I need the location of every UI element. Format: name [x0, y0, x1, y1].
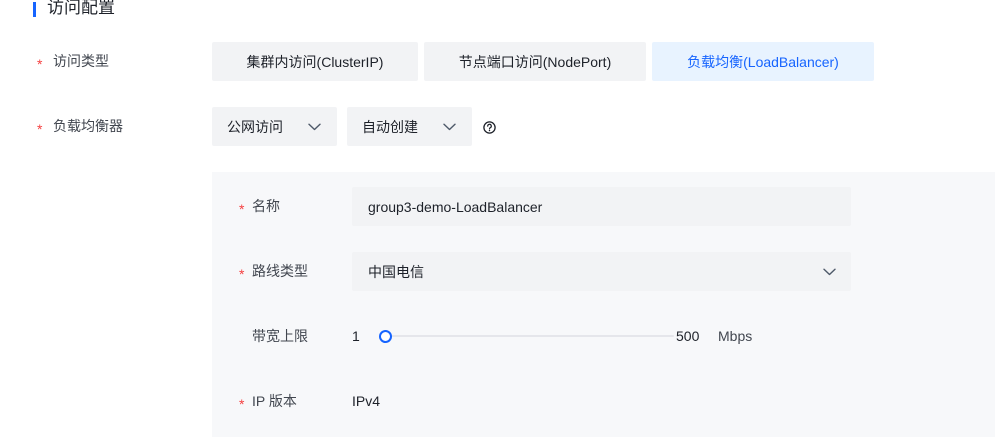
line-type-required-mark: *: [239, 266, 245, 282]
chevron-down-icon: [308, 123, 321, 131]
ip-version-value: IPv4: [352, 393, 381, 409]
ip-version-required-mark: *: [239, 396, 245, 412]
load-balancer-label: 负载均衡器: [53, 118, 123, 134]
chevron-down-icon: [443, 123, 456, 131]
bandwidth-min-label: 1: [352, 328, 360, 344]
bandwidth-slider-handle[interactable]: [378, 329, 392, 343]
bandwidth-unit: Mbps: [718, 328, 753, 344]
name-label: 名称: [252, 198, 280, 214]
access-type-label: 访问类型: [53, 53, 109, 69]
load-balancer-required-mark: *: [37, 121, 43, 137]
access-type-nodeport-button[interactable]: 节点端口访问(NodePort): [424, 42, 646, 81]
name-input[interactable]: [352, 187, 851, 226]
name-required-mark: *: [239, 201, 245, 217]
line-type-select-value: 中国电信: [368, 263, 424, 280]
network-type-select[interactable]: 公网访问: [212, 107, 337, 146]
access-type-required-mark: *: [37, 56, 43, 72]
access-type-loadbalancer-button[interactable]: 负载均衡(LoadBalancer): [652, 42, 874, 81]
section-accent-bar: [33, 2, 36, 17]
access-type-clusterip-button[interactable]: 集群内访问(ClusterIP): [212, 42, 418, 81]
network-type-select-value: 公网访问: [227, 118, 283, 135]
bandwidth-max-label: 500: [676, 328, 700, 344]
creation-mode-select[interactable]: 自动创建: [347, 107, 472, 146]
load-balancer-config-panel: * 名称 * 路线类型 中国电信 带宽上限 1 500 Mbps * IP 版本…: [212, 172, 995, 437]
chevron-down-icon: [823, 268, 836, 276]
ip-version-label: IP 版本: [252, 393, 297, 409]
bandwidth-slider-track[interactable]: [385, 335, 674, 337]
line-type-select[interactable]: 中国电信: [352, 252, 851, 291]
line-type-label: 路线类型: [252, 263, 308, 279]
question-circle-icon[interactable]: [483, 121, 496, 134]
bandwidth-label: 带宽上限: [252, 328, 308, 344]
section-title: 访问配置: [47, 0, 115, 17]
creation-mode-select-value: 自动创建: [362, 118, 418, 135]
